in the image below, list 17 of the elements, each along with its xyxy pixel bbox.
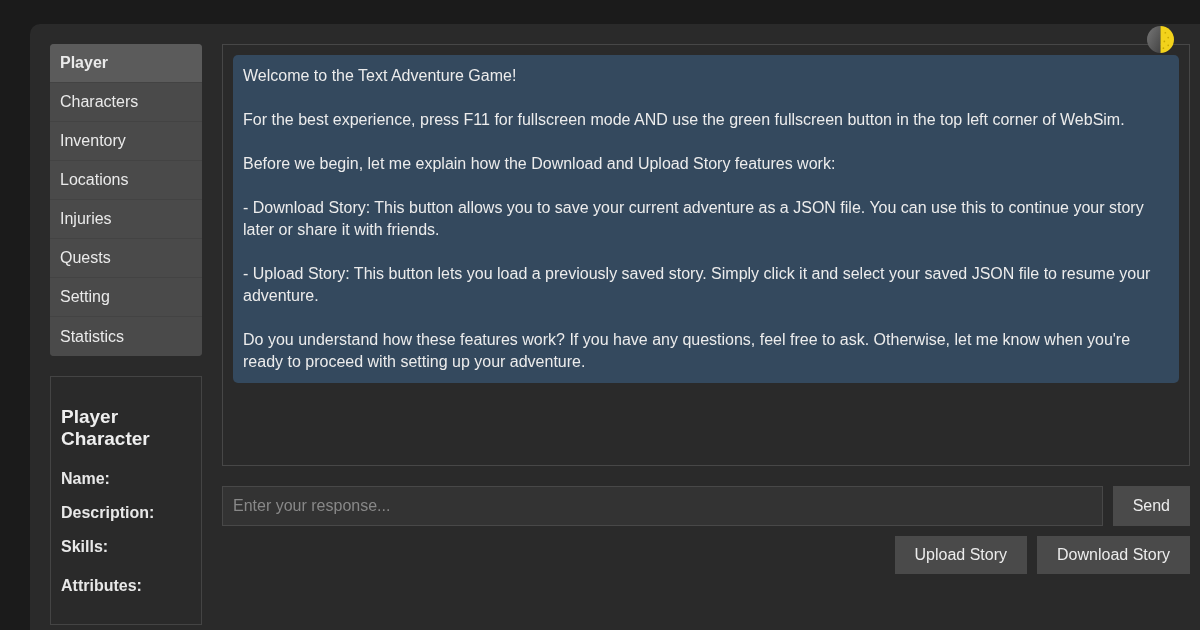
field-label: Skills:	[61, 537, 110, 557]
field-label: Name:	[61, 469, 111, 489]
sidebar-tab[interactable]: Player	[50, 44, 202, 83]
panel-title: Player Character	[61, 406, 151, 450]
contrast-icon[interactable]	[1147, 26, 1174, 53]
story-button[interactable]: Download Story	[1037, 536, 1190, 574]
response-input[interactable]: Enter your response...	[222, 486, 1103, 526]
message-paragraph: - Upload Story: This button lets you load a previously saved story. Simply click it and select your saved JSON file to resume your adventure.	[243, 264, 1152, 306]
message-paragraph: Welcome to the Text Adventure Game!	[243, 66, 518, 86]
message-paragraph: - Download Story: This button allows you to save your current adventure as a JSON file. You can use this to continue your story later or share it with friends.	[243, 198, 1145, 240]
send-button[interactable]: Send	[1112, 486, 1190, 526]
message-paragraph: Before we begin, let me explain how the Download and Upload Story features work:	[243, 154, 837, 174]
field-label: Attributes:	[61, 576, 143, 596]
story-button[interactable]: Upload Story	[894, 536, 1028, 574]
message-paragraph: Do you understand how these features work? If you have any questions, feel free to ask. Otherwise, let me know when you're ready to proceed with setting up your adventure.	[243, 330, 1132, 372]
field-label: Description:	[61, 503, 156, 523]
message-paragraph: For the best experience, press F11 for fullscreen mode AND use the green fullscreen button in the top left corner of WebSim.	[243, 110, 1126, 130]
